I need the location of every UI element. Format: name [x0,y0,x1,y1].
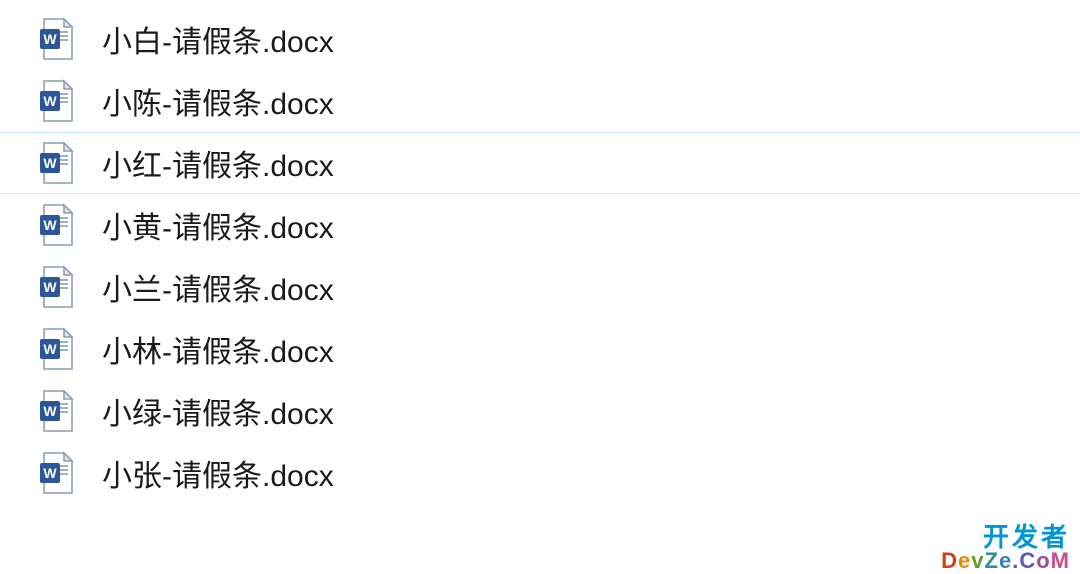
file-name: 小陈-请假条.docx [102,79,334,123]
file-item[interactable]: W 小绿-请假条.docx [0,380,1080,442]
svg-text:W: W [43,217,57,233]
svg-text:W: W [43,403,57,419]
file-item[interactable]: W 小红-请假条.docx [0,132,1080,194]
watermark: 开发者 DevZe.CoM [941,524,1070,572]
file-name: 小黄-请假条.docx [102,203,334,247]
svg-text:W: W [43,93,57,109]
file-name: 小张-请假条.docx [102,451,334,495]
word-doc-icon: W [38,203,74,247]
svg-text:W: W [43,31,57,47]
file-item[interactable]: W 小陈-请假条.docx [0,70,1080,132]
file-item[interactable]: W 小黄-请假条.docx [0,194,1080,256]
svg-text:W: W [43,465,57,481]
svg-text:W: W [43,341,57,357]
word-doc-icon: W [38,141,74,185]
word-doc-icon: W [38,389,74,433]
watermark-line2: DevZe.CoM [941,550,1070,572]
file-list: W 小白-请假条.docx W 小陈-请假条.docx W 小红-请假条.doc… [0,0,1080,504]
file-item[interactable]: W 小兰-请假条.docx [0,256,1080,318]
file-item[interactable]: W 小张-请假条.docx [0,442,1080,504]
file-item[interactable]: W 小林-请假条.docx [0,318,1080,380]
file-name: 小绿-请假条.docx [102,389,334,433]
file-name: 小林-请假条.docx [102,327,334,371]
word-doc-icon: W [38,17,74,61]
watermark-line1: 开发者 [941,524,1070,550]
file-name: 小白-请假条.docx [102,17,334,61]
file-item[interactable]: W 小白-请假条.docx [0,8,1080,70]
word-doc-icon: W [38,265,74,309]
svg-text:W: W [43,279,57,295]
word-doc-icon: W [38,451,74,495]
word-doc-icon: W [38,79,74,123]
file-name: 小红-请假条.docx [102,141,334,185]
file-name: 小兰-请假条.docx [102,265,334,309]
word-doc-icon: W [38,327,74,371]
svg-text:W: W [43,155,57,171]
